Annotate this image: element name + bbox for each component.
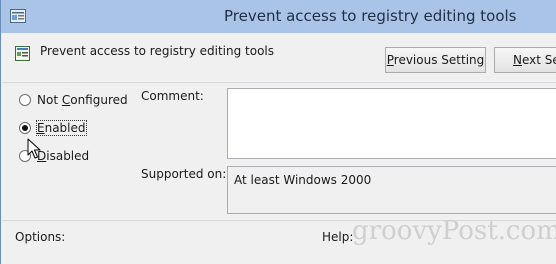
previous-setting-accel-key: P [386,53,394,67]
window-title: Prevent access to registry editing tools [224,7,517,25]
previous-setting-label: revious Setting [393,53,485,67]
options-label: Options: [15,230,66,244]
policy-name-heading: Prevent access to registry editing tools [40,44,274,58]
next-setting-button[interactable]: Next Set [494,47,556,73]
mouse-pointer-icon [27,138,41,159]
radio-enabled-dot[interactable] [19,122,31,134]
next-setting-accel-key: N [513,53,522,67]
next-setting-label: ext Set [521,53,556,67]
radio-disabled-label: Disabled [37,149,90,163]
comment-label: Comment: [141,89,204,103]
policy-window: Prevent access to registry editing tools… [0,0,556,264]
policy-content: Prevent access to registry editing tools… [2,33,556,264]
header-divider [2,82,556,83]
comment-textarea[interactable] [227,88,556,159]
supported-on-value: At least Windows 2000 [234,173,372,187]
radio-enabled-label: Enabled [36,120,87,136]
radio-not-configured-dot[interactable] [19,94,31,106]
policy-setting-icon [15,46,30,61]
watermark-text: groovyPost.com [352,216,556,246]
title-bar[interactable]: Prevent access to registry editing tools [1,0,556,33]
radio-not-configured-label: Not Configured [37,93,128,107]
supported-on-label: Supported on: [141,167,227,181]
help-label: Help: [322,230,354,244]
policy-window-icon[interactable] [10,9,26,23]
previous-setting-button[interactable]: Previous Setting [385,47,486,73]
supported-on-field[interactable]: At least Windows 2000 [227,166,556,214]
